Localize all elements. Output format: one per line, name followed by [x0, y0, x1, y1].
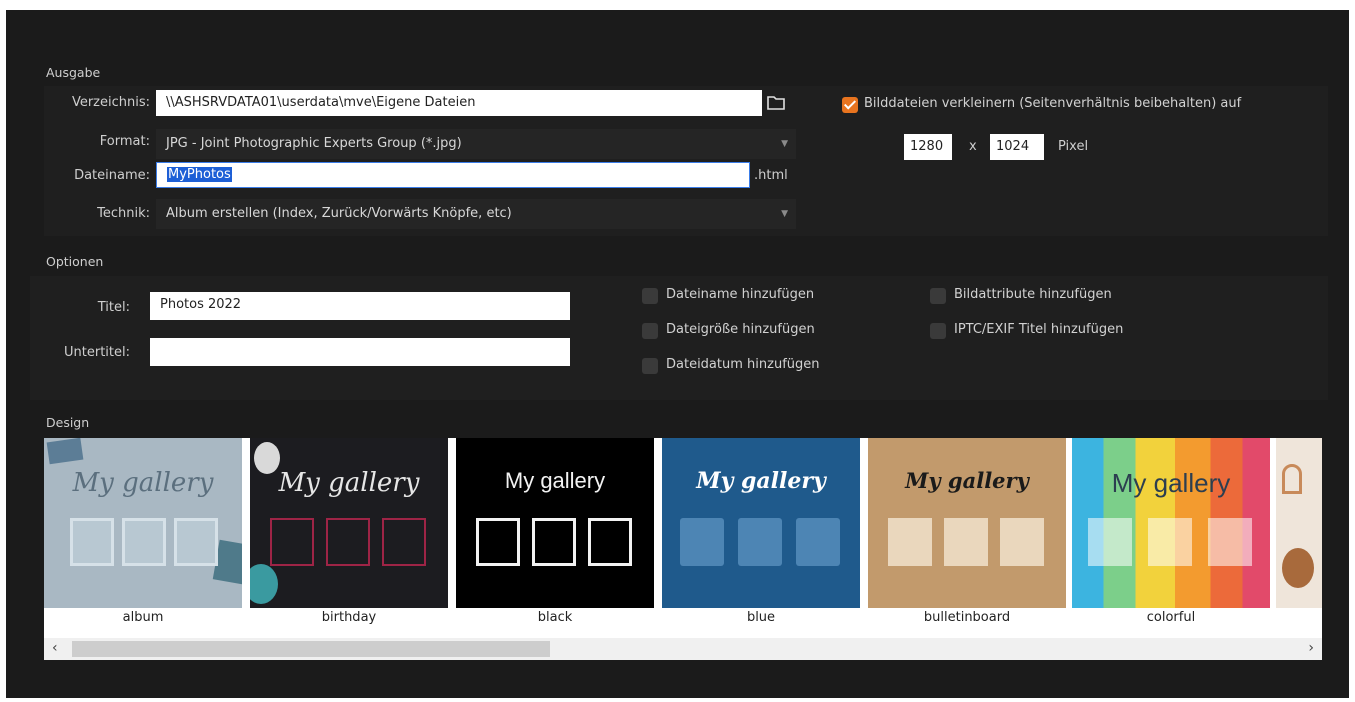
- theme-gallery-title: My gallery: [278, 468, 420, 498]
- balloon-decoration: [250, 564, 278, 604]
- format-select[interactable]: JPG - Joint Photographic Experts Group (…: [156, 129, 796, 159]
- filename-label: Dateiname:: [74, 168, 150, 183]
- resize-width-input[interactable]: 1280: [904, 134, 952, 160]
- add-iptc-title-label: IPTC/EXIF Titel hinzufügen: [954, 322, 1124, 337]
- section-design-label: Design: [46, 415, 90, 430]
- photo-frame: [1000, 518, 1044, 566]
- decoration-icon: [1282, 548, 1314, 588]
- design-thumb-bulletinboard[interactable]: My gallery: [868, 438, 1066, 608]
- resize-label: Bilddateien verkleinern (Seitenverhältni…: [864, 96, 1242, 111]
- section-options-label: Optionen: [46, 254, 104, 269]
- export-dialog: Ausgabe Verzeichnis: \\ASHSRVDATA01\user…: [6, 10, 1349, 698]
- scroll-right-icon[interactable]: ›: [1308, 640, 1314, 656]
- photo-frame: [270, 518, 314, 566]
- chevron-down-icon: ▼: [781, 209, 788, 219]
- scroll-left-icon[interactable]: ‹: [52, 640, 58, 656]
- design-caption: black: [537, 610, 573, 625]
- design-thumb-blue[interactable]: My gallery: [662, 438, 860, 608]
- scrollbar-thumb[interactable]: [72, 641, 550, 657]
- format-label: Format:: [99, 134, 150, 149]
- design-caption: blue: [746, 610, 776, 625]
- subtitle-label: Untertitel:: [64, 345, 130, 360]
- photo-frame: [680, 518, 724, 566]
- resize-checkbox[interactable]: [842, 97, 858, 113]
- photo-frame: [588, 518, 632, 566]
- photo-frame: [1088, 518, 1132, 566]
- chevron-down-icon: ▼: [781, 139, 788, 149]
- decoration-icon: [1282, 464, 1302, 494]
- photo-decoration: [46, 438, 84, 465]
- add-filedate-label: Dateidatum hinzufügen: [666, 357, 820, 372]
- theme-gallery-title: My gallery: [905, 468, 1029, 493]
- directory-input[interactable]: \\ASHSRVDATA01\userdata\mve\Eigene Datei…: [156, 90, 762, 116]
- design-caption: album: [122, 610, 164, 625]
- folder-browse-icon[interactable]: [766, 94, 786, 112]
- technique-select-value: Album erstellen (Index, Zurück/Vorwärts …: [166, 206, 512, 221]
- technique-label: Technik:: [97, 206, 150, 221]
- section-output-label: Ausgabe: [46, 65, 101, 80]
- title-input[interactable]: Photos 2022: [150, 292, 570, 320]
- photo-frame: [70, 518, 114, 566]
- add-filesize-label: Dateigröße hinzufügen: [666, 322, 815, 337]
- resize-unit-label: Pixel: [1058, 139, 1089, 154]
- photo-frame: [382, 518, 426, 566]
- theme-gallery-title: My gallery: [504, 468, 606, 493]
- photo-frame: [1148, 518, 1192, 566]
- add-iptc-title-checkbox[interactable]: [930, 323, 946, 339]
- filename-extension: .html: [754, 168, 788, 183]
- add-filename-checkbox[interactable]: [642, 288, 658, 304]
- add-filename-label: Dateiname hinzufügen: [666, 287, 815, 302]
- photo-frame: [796, 518, 840, 566]
- add-filedate-checkbox[interactable]: [642, 358, 658, 374]
- add-attributes-label: Bildattribute hinzufügen: [954, 287, 1112, 302]
- design-thumb-birthday[interactable]: My gallery: [250, 438, 448, 608]
- technique-select[interactable]: Album erstellen (Index, Zurück/Vorwärts …: [156, 199, 796, 229]
- add-attributes-checkbox[interactable]: [930, 288, 946, 304]
- format-select-value: JPG - Joint Photographic Experts Group (…: [166, 136, 462, 151]
- photo-frame: [326, 518, 370, 566]
- directory-label: Verzeichnis:: [71, 95, 150, 110]
- photo-frame: [532, 518, 576, 566]
- photo-frame: [888, 518, 932, 566]
- design-caption: bulletinboard: [923, 610, 1011, 625]
- design-thumb-partial[interactable]: [1276, 438, 1322, 608]
- design-caption: colorful: [1146, 610, 1196, 625]
- design-thumb-album[interactable]: My gallery: [44, 438, 242, 608]
- photo-frame: [476, 518, 520, 566]
- filename-selected-text: MyPhotos: [167, 167, 232, 182]
- subtitle-input[interactable]: [150, 338, 570, 366]
- design-thumb-colorful[interactable]: My gallery: [1072, 438, 1270, 608]
- add-filesize-checkbox[interactable]: [642, 323, 658, 339]
- design-scrollbar[interactable]: ‹ ›: [44, 638, 1322, 660]
- theme-gallery-title: My gallery: [1111, 468, 1231, 498]
- photo-frame: [174, 518, 218, 566]
- resize-height-input[interactable]: 1024: [990, 134, 1044, 160]
- theme-gallery-title: My gallery: [696, 468, 826, 494]
- design-thumb-black[interactable]: My gallery: [456, 438, 654, 608]
- design-gallery: My gallery album My gallery birthday My …: [44, 438, 1322, 660]
- photo-frame: [1208, 518, 1252, 566]
- title-label: Titel:: [97, 300, 130, 315]
- filename-input[interactable]: MyPhotos: [156, 162, 750, 188]
- photo-frame: [944, 518, 988, 566]
- photo-frame: [122, 518, 166, 566]
- resize-x-separator: x: [969, 139, 977, 154]
- photo-frame: [738, 518, 782, 566]
- design-caption: birthday: [321, 610, 377, 625]
- theme-gallery-title: My gallery: [72, 468, 214, 498]
